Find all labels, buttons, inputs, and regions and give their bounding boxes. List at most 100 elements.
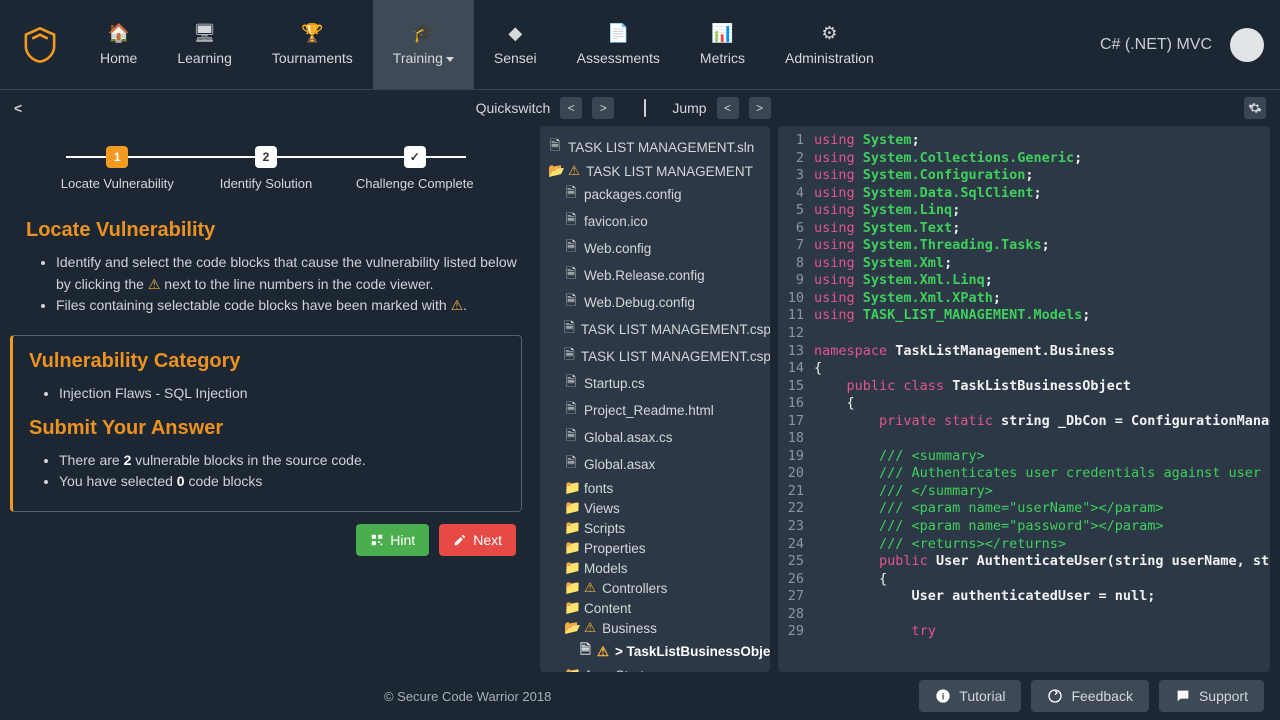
tree-item[interactable]: 📁Views — [546, 498, 764, 518]
tree-item[interactable]: 🗎Web.Release.config — [546, 262, 764, 289]
jump-next[interactable]: > — [749, 97, 771, 119]
step-3-label: Challenge Complete — [356, 176, 474, 191]
tree-item[interactable]: 🗎favicon.ico — [546, 208, 764, 235]
tree-item[interactable]: 🗎TASK LIST MANAGEMENT.sln — [546, 134, 764, 161]
code-line[interactable]: 19 /// <summary> — [778, 448, 1270, 466]
tree-item-label: TASK LIST MANAGEMENT.sln — [568, 140, 754, 155]
tree-item[interactable]: 🗎TASK LIST MANAGEMENT.csproj — [546, 316, 764, 343]
tree-item[interactable]: 📁 fonts — [546, 478, 764, 498]
folder-icon: 📁 — [564, 560, 578, 576]
step-1-box: 1 — [106, 146, 128, 168]
code-line[interactable]: 29 try — [778, 623, 1270, 641]
tree-item[interactable]: 📂⚠Business — [546, 618, 764, 638]
jump-prev[interactable]: < — [717, 97, 739, 119]
nav-administration[interactable]: ⚙Administration — [765, 0, 894, 89]
tree-item-label: Web.Debug.config — [584, 295, 695, 310]
nav-sensei[interactable]: ◆Sensei — [474, 0, 557, 89]
tree-item[interactable]: 🗎Project_Readme.html — [546, 397, 764, 424]
code-line[interactable]: 11using TASK_LIST_MANAGEMENT.Models; — [778, 307, 1270, 325]
nav-assessments[interactable]: 📄Assessments — [557, 0, 680, 89]
language-label[interactable]: C# (.NET) MVC — [1100, 36, 1212, 54]
nav-home[interactable]: 🏠Home — [80, 0, 157, 89]
step-3[interactable]: ✓ Challenge Complete — [341, 146, 488, 191]
window-icon[interactable] — [644, 100, 646, 116]
tree-item-label: Scripts — [584, 521, 625, 536]
quickswitch-prev[interactable]: < — [560, 97, 582, 119]
code-line[interactable]: 9using System.Xml.Linq; — [778, 272, 1270, 290]
tree-item-label: fonts — [584, 481, 613, 496]
tree-item-label: TASK LIST MANAGEMENT.csproj.user — [581, 349, 770, 364]
file-icon: 🗎 — [564, 210, 578, 233]
code-line[interactable]: 24 /// <returns></returns> — [778, 536, 1270, 554]
edit-icon — [453, 533, 467, 547]
line-number: 28 — [778, 606, 814, 624]
folder-icon: 📁 — [564, 480, 578, 496]
step-2[interactable]: 2 Identify Solution — [193, 146, 340, 191]
tree-item[interactable]: 📁⚠Controllers — [546, 578, 764, 598]
warning-icon: ⚠ — [568, 163, 580, 179]
tree-item[interactable]: 🗎TASK LIST MANAGEMENT.csproj.user — [546, 343, 764, 370]
feedback-button[interactable]: Feedback — [1031, 680, 1148, 712]
code-line[interactable]: 22 /// <param name="userName"></param> — [778, 500, 1270, 518]
back-button[interactable]: < — [14, 100, 22, 116]
nav-metrics[interactable]: 📊Metrics — [680, 0, 765, 89]
code-line[interactable]: 12 — [778, 325, 1270, 343]
file-icon: 🗎 — [564, 399, 578, 422]
code-line[interactable]: 26 { — [778, 571, 1270, 589]
nav-learning[interactable]: 🖥Learning — [157, 0, 252, 89]
tree-item[interactable]: 🗎 Web.Debug.config — [546, 289, 764, 316]
tree-item[interactable]: 🗎Global.asax — [546, 451, 764, 478]
tutorial-button[interactable]: i Tutorial — [919, 680, 1021, 712]
file-tree[interactable]: 🗎TASK LIST MANAGEMENT.sln📂⚠TASK LIST MAN… — [540, 126, 770, 672]
tree-item[interactable]: 🗎Startup.cs — [546, 370, 764, 397]
svg-text:i: i — [942, 691, 945, 701]
nav-training[interactable]: 🎓Training — [373, 0, 474, 89]
code-line[interactable]: 28 — [778, 606, 1270, 624]
code-viewer[interactable]: 1using System;2using System.Collections.… — [778, 126, 1270, 672]
code-line[interactable]: 20 /// Authenticates user credentials ag… — [778, 465, 1270, 483]
code-line[interactable]: 16 { — [778, 395, 1270, 413]
file-icon: 🗎 — [564, 345, 575, 368]
tree-item[interactable]: 📁App_Start — [546, 665, 764, 672]
tree-item[interactable]: 📁Content — [546, 598, 764, 618]
code-line[interactable]: 15 public class TaskListBusinessObject — [778, 378, 1270, 396]
hint-button[interactable]: Hint — [356, 524, 429, 556]
heading-submit: Submit Your Answer — [29, 417, 505, 440]
tree-item[interactable]: 🗎Global.asax.cs — [546, 424, 764, 451]
tree-item[interactable]: 📂⚠TASK LIST MANAGEMENT — [546, 161, 764, 181]
code-line[interactable]: 2using System.Collections.Generic; — [778, 150, 1270, 168]
code-line[interactable]: 8using System.Xml; — [778, 255, 1270, 273]
code-line[interactable]: 6using System.Text; — [778, 220, 1270, 238]
file-icon: 🗎 — [564, 291, 578, 314]
code-line[interactable]: 13namespace TaskListManagement.Business — [778, 343, 1270, 361]
step-1[interactable]: 1 Locate Vulnerability — [44, 146, 191, 191]
code-line[interactable]: 3using System.Configuration; — [778, 167, 1270, 185]
avatar[interactable] — [1230, 28, 1264, 62]
tree-item[interactable]: 📁 Scripts — [546, 518, 764, 538]
tree-item[interactable]: 📁Models — [546, 558, 764, 578]
code-line[interactable]: 7using System.Threading.Tasks; — [778, 237, 1270, 255]
code-line[interactable]: 21 /// </summary> — [778, 483, 1270, 501]
next-button[interactable]: Next — [439, 524, 516, 556]
support-button[interactable]: Support — [1159, 680, 1264, 712]
instructions-pane: 1 Locate Vulnerability 2 Identify Soluti… — [0, 126, 540, 672]
code-line[interactable]: 1using System; — [778, 132, 1270, 150]
settings-button[interactable] — [1244, 97, 1266, 119]
code-line[interactable]: 27 User authenticatedUser = null; — [778, 588, 1270, 606]
code-line[interactable]: 18 — [778, 430, 1270, 448]
code-line[interactable]: 23 /// <param name="password"></param> — [778, 518, 1270, 536]
nav-icon: 📊 — [711, 23, 733, 44]
quickswitch-next[interactable]: > — [592, 97, 614, 119]
tree-item[interactable]: 🗎packages.config — [546, 181, 764, 208]
code-line[interactable]: 14{ — [778, 360, 1270, 378]
tree-item[interactable]: 🗎⚠> TaskListBusinessObject.cs — [546, 638, 764, 665]
code-line[interactable]: 17 private static string _DbCon = Config… — [778, 413, 1270, 431]
code-line[interactable]: 10using System.Xml.XPath; — [778, 290, 1270, 308]
tree-item[interactable]: 📁Properties — [546, 538, 764, 558]
code-line[interactable]: 25 public User AuthenticateUser(string u… — [778, 553, 1270, 571]
tree-item[interactable]: 🗎Web.config — [546, 235, 764, 262]
code-line[interactable]: 4using System.Data.SqlClient; — [778, 185, 1270, 203]
folder-icon: 📁 — [564, 520, 578, 536]
nav-tournaments[interactable]: 🏆Tournaments — [252, 0, 373, 89]
code-line[interactable]: 5using System.Linq; — [778, 202, 1270, 220]
